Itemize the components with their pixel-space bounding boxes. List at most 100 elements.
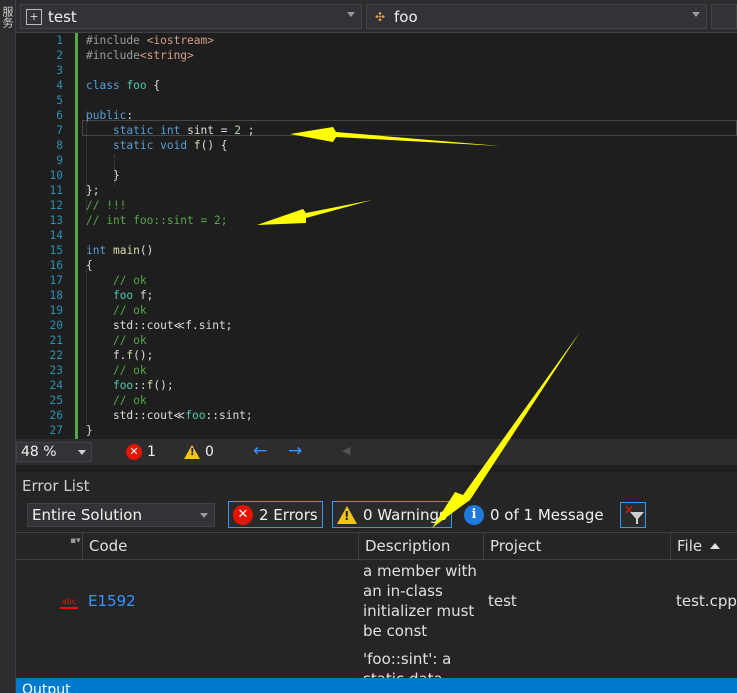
code-line[interactable]: 1 #include <iostream> <box>16 33 737 48</box>
column-header-code[interactable]: Code <box>82 533 358 560</box>
column-header-description-label: Description <box>365 537 451 555</box>
code-line[interactable]: 24 foo::f(); <box>16 378 737 393</box>
code-text: // ok <box>112 304 147 317</box>
filter-toggle-button[interactable]: ✕ <box>620 502 646 528</box>
column-header-code-label: Code <box>89 537 128 555</box>
line-number: 10 <box>49 169 63 182</box>
code-line[interactable]: 17 // ok <box>16 273 737 288</box>
code-text: // ok <box>112 394 147 407</box>
table-row[interactable]: 'foo::sint': a static data <box>16 649 737 678</box>
line-number: 6 <box>56 109 63 122</box>
line-number: 15 <box>49 244 63 257</box>
error-count-indicator[interactable]: ✕ 1 <box>126 443 156 461</box>
code-line[interactable]: 7 static int sint = 2 ; <box>16 123 737 138</box>
warning-count: 0 <box>205 444 214 460</box>
error-description: 'foo::sint': a static data <box>363 650 452 678</box>
code-line[interactable]: 20 std::cout≪f.sint; <box>16 318 737 333</box>
code-text: static void f() { <box>112 139 228 152</box>
warnings-filter-button[interactable]: ! 0 Warnings <box>332 501 452 528</box>
error-list-header: ▪▾ Code Description Project File <box>16 532 737 560</box>
info-icon: i <box>464 504 484 525</box>
code-line[interactable]: 3 <box>16 63 737 78</box>
code-text: }; <box>86 184 100 197</box>
code-text: // ok <box>112 364 147 377</box>
code-line[interactable]: 22 f.f(); <box>16 348 737 363</box>
funnel-stem <box>636 519 638 524</box>
line-number: 21 <box>49 334 63 347</box>
code-line[interactable]: 16 { <box>16 258 737 273</box>
code-text: } <box>86 424 93 437</box>
warning-icon: ! <box>337 505 357 524</box>
chevron-down-icon <box>200 513 208 518</box>
table-row[interactable]: abc E1592 a member with an in-class init… <box>16 561 737 649</box>
scope-dropdown[interactable]: Entire Solution <box>27 503 215 527</box>
scroll-left-icon[interactable]: ◀ <box>342 444 350 457</box>
line-number: 5 <box>56 94 63 107</box>
sort-corner-icon[interactable]: ▪▾ <box>70 536 81 546</box>
server-explorer-tab[interactable]: 服务 <box>1 6 15 46</box>
warning-icon: ! <box>184 445 200 459</box>
zoom-combo[interactable]: 48 % <box>16 442 92 462</box>
code-line[interactable]: 4 class foo { <box>16 78 737 93</box>
project-combo[interactable]: + test <box>20 4 362 29</box>
code-line[interactable]: 19 // ok <box>16 303 737 318</box>
code-line[interactable]: 9 <box>16 153 737 168</box>
error-file: test.cpp <box>676 592 737 610</box>
code-line[interactable]: 10 } <box>16 168 737 183</box>
chevron-down-icon <box>692 12 700 17</box>
code-line[interactable]: 8 static void f() { <box>16 138 737 153</box>
scope-combo[interactable]: ✣ foo <box>366 4 707 29</box>
line-number: 7 <box>56 124 63 137</box>
code-line[interactable]: 21 // ok <box>16 333 737 348</box>
line-number: 18 <box>49 289 63 302</box>
line-number: 14 <box>49 229 63 242</box>
navigation-bar: + test ✣ foo <box>16 0 737 33</box>
code-line[interactable]: 13 // int foo::sint = 2; <box>16 213 737 228</box>
chevron-down-icon <box>78 450 86 455</box>
code-text: class foo { <box>86 79 161 92</box>
code-line[interactable]: 2 #include<string> <box>16 48 737 63</box>
code-line[interactable]: 14 <box>16 228 737 243</box>
line-number: 27 <box>49 424 63 437</box>
column-header-file[interactable]: File <box>670 533 737 560</box>
line-number: 1 <box>56 34 63 47</box>
code-line[interactable]: 12 // !!! <box>16 198 737 213</box>
line-number: 23 <box>49 364 63 377</box>
line-number: 16 <box>49 259 63 272</box>
line-number: 9 <box>56 154 63 167</box>
messages-filter-button[interactable]: i 0 of 1 Message <box>460 501 608 528</box>
class-icon: ✣ <box>374 9 386 24</box>
code-line[interactable]: 27} <box>16 423 737 438</box>
error-code-link[interactable]: E1592 <box>82 591 136 611</box>
previous-issue-icon[interactable]: ← <box>253 441 267 461</box>
column-header-project[interactable]: Project <box>483 533 670 560</box>
error-description: a member with an in-class initializer mu… <box>363 562 477 640</box>
code-text: // ok <box>112 274 147 287</box>
code-line[interactable]: 25 // ok <box>16 393 737 408</box>
line-number: 19 <box>49 304 63 317</box>
code-text: { <box>86 259 93 272</box>
member-combo[interactable] <box>711 4 737 29</box>
error-icon: ✕ <box>233 504 253 525</box>
warning-count-indicator[interactable]: ! 0 <box>184 443 214 461</box>
code-text: static int sint = 2 ; <box>112 124 255 137</box>
scope-dropdown-value: Entire Solution <box>32 506 142 524</box>
code-line[interactable]: 11}; <box>16 183 737 198</box>
column-header-project-label: Project <box>490 537 542 555</box>
code-line[interactable]: 6 public: <box>16 108 737 123</box>
code-text: f.f(); <box>86 349 154 362</box>
errors-filter-button[interactable]: ✕ 2 Errors <box>228 501 323 528</box>
column-header-description[interactable]: Description <box>358 533 483 560</box>
code-line[interactable]: 26 std::cout≪foo::sint; <box>16 408 737 423</box>
code-line[interactable]: 5 <box>16 93 737 108</box>
code-text: // !!! <box>86 199 127 212</box>
next-issue-icon[interactable]: → <box>288 441 302 461</box>
code-line[interactable]: 18 foo f; <box>16 288 737 303</box>
code-line[interactable]: 23 // ok <box>16 363 737 378</box>
code-editor[interactable]: 1 #include <iostream> 2 #include<string> 3 4 c… <box>16 33 737 439</box>
output-tab[interactable]: Output <box>16 678 737 693</box>
line-number: 4 <box>56 79 63 92</box>
code-line[interactable]: 15 int main() <box>16 243 737 258</box>
spelling-error-icon: abc <box>60 597 78 611</box>
splitter <box>16 465 737 472</box>
